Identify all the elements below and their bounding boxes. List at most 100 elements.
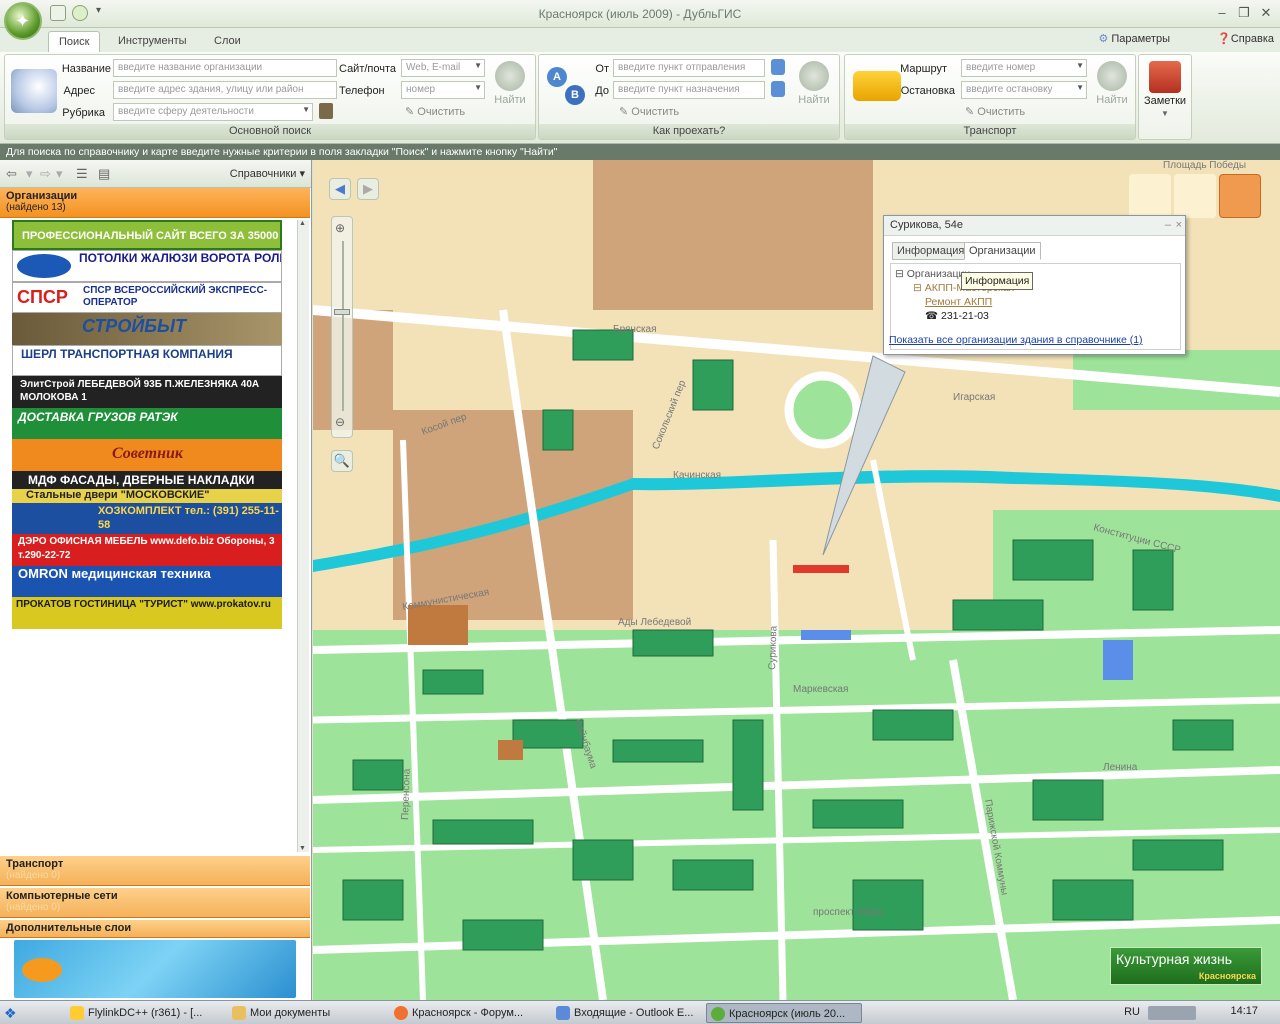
forward-arrow-icon[interactable]: ⇨ xyxy=(40,166,51,182)
ad-banner[interactable]: Советник xyxy=(12,439,282,471)
ad-banner[interactable]: ПРОКАТОВ ГОСТИНИЦА "ТУРИСТ" www.prokatov… xyxy=(12,597,282,629)
app-window: ▾ Красноярск (июль 2009) - ДубльГИС – ❐ … xyxy=(0,0,1280,1024)
tab-tools[interactable]: Инструменты xyxy=(108,31,197,52)
map-back-arrow-icon[interactable]: ◀ xyxy=(329,178,351,200)
street-label: проспект Мира xyxy=(813,907,883,918)
tab-search[interactable]: Поиск xyxy=(48,31,101,52)
task-item[interactable]: Мои документы xyxy=(228,1003,386,1023)
ad-banner[interactable]: ЭлитСтрой ЛЕБЕДЕВОЙ 93Б П.ЖЕЛЕЗНЯКА 40А … xyxy=(12,376,282,408)
tooltip: Информация xyxy=(961,272,1034,290)
ad-banner[interactable]: ПОТОЛКИ ЖАЛЮЗИ ВОРОТА РОЛЬСТАВНИ xyxy=(12,250,282,282)
clear-transport-button[interactable]: ✎ Очистить xyxy=(965,105,1025,118)
ad-banner[interactable]: СПСР СПСР ВСЕРОССИЙСКИЙ ЭКСПРЕСС-ОПЕРАТОР xyxy=(12,281,282,313)
ad-banner[interactable]: ПРОФЕССИОНАЛЬНЫЙ САЙТ ВСЕГО ЗА 35000 руб… xyxy=(12,220,282,250)
task-item[interactable]: Входящие - Outlook E... xyxy=(552,1003,702,1023)
directories-menu[interactable]: Справочники ▾ xyxy=(230,167,305,180)
address-label: Адрес xyxy=(63,85,96,97)
notes-button[interactable]: Заметки xyxy=(1139,95,1191,107)
stop-input[interactable]: введите остановку ▼ xyxy=(961,81,1087,99)
pick-to-icon[interactable] xyxy=(771,81,785,97)
language-indicator[interactable]: RU xyxy=(1124,1006,1140,1018)
route-number-input[interactable]: введите номер ▼ xyxy=(961,59,1087,77)
back-arrow-icon[interactable]: ⇦ xyxy=(6,166,17,182)
culture-banner[interactable]: Культурная жизнь Красноярска xyxy=(1110,947,1262,985)
tray-icons[interactable] xyxy=(1148,1006,1196,1020)
bottom-ad-banner[interactable] xyxy=(14,940,296,998)
minimize-icon[interactable]: – xyxy=(1165,219,1171,231)
phone-number: ☎ 231-21-03 xyxy=(925,310,989,322)
list-icon[interactable]: ☰ xyxy=(76,166,88,182)
radar-icon[interactable] xyxy=(1174,174,1216,218)
task-item-active[interactable]: Красноярск (июль 20... xyxy=(706,1003,862,1023)
find-transport-button[interactable]: Найти xyxy=(1091,61,1133,106)
zoom-in-icon[interactable]: ⊕ xyxy=(335,221,345,235)
dropdown-arrow-icon[interactable]: ▾ xyxy=(26,166,33,182)
popup-tab-info[interactable]: Информация xyxy=(892,242,970,260)
zoom-slider[interactable]: ⊕ ⊖ xyxy=(331,216,353,438)
minimize-button[interactable]: – xyxy=(1212,4,1232,22)
popup-tab-organizations[interactable]: Организации xyxy=(964,242,1041,260)
ad-banner[interactable]: ДОСТАВКА ГРУЗОВ РАТЭК xyxy=(12,407,282,439)
clear-search-button[interactable]: ✎ Очистить xyxy=(405,105,465,118)
mail-icon xyxy=(556,1006,570,1020)
map-view[interactable]: Брянская Игарская Качинская Сокольский п… xyxy=(313,160,1280,1000)
3d-view-icon[interactable] xyxy=(1219,174,1261,218)
ad-banner[interactable]: СТРОЙБЫТ xyxy=(12,313,282,345)
ad-banner[interactable]: ХОЗКОМПЛЕКТ тел.: (391) 255-11-58 xyxy=(12,502,282,534)
ruler-icon[interactable] xyxy=(1129,174,1171,218)
from-input[interactable]: введите пункт отправления xyxy=(613,59,765,77)
name-input[interactable]: введите название организации xyxy=(113,59,337,77)
basic-search-group: Название введите название организации Ад… xyxy=(4,54,536,140)
task-item[interactable]: Красноярск - Форум... xyxy=(390,1003,548,1023)
ad-banner[interactable]: Стальные двери "МОСКОВСКИЕ" xyxy=(12,488,282,503)
app-menu-button[interactable]: ✦ xyxy=(4,2,42,40)
task-item[interactable]: FlylinkDC++ (r361) - [... xyxy=(66,1003,224,1023)
scroll-up-arrow-icon[interactable]: ▲ xyxy=(299,220,306,227)
params-link[interactable]: ⚙ Параметры xyxy=(1098,32,1170,45)
section-networks[interactable]: Компьютерные сети (найдено 0) xyxy=(0,888,310,918)
binoculars-icon xyxy=(799,61,829,91)
zoom-out-icon[interactable]: ⊖ xyxy=(335,415,345,429)
section-transport[interactable]: Транспорт (найдено 0) xyxy=(0,856,310,886)
zoom-thumb[interactable] xyxy=(334,309,350,315)
title-bar: ▾ Красноярск (июль 2009) - ДубльГИС – ❐ … xyxy=(0,0,1280,28)
find-route-button[interactable]: Найти xyxy=(793,61,835,106)
rubric-label: Рубрика xyxy=(62,107,105,119)
map-forward-arrow-icon[interactable]: ▶ xyxy=(357,178,379,200)
eraser-icon: ✎ xyxy=(619,106,632,118)
ad-banner[interactable]: МДФ ФАСАДЫ, ДВЕРНЫЕ НАКЛАДКИ xyxy=(12,470,282,489)
phone-input[interactable]: номер ▼ xyxy=(401,81,485,99)
pick-from-icon[interactable] xyxy=(771,59,785,75)
ad-banner[interactable]: ШЕРЛ ТРАНСПОРТНАЯ КОМПАНИЯ xyxy=(12,344,282,376)
print-icon[interactable]: ▤ xyxy=(98,166,110,182)
zoom-area-icon[interactable]: 🔍 xyxy=(331,450,353,472)
rubric-input[interactable]: введите сферу деятельности ▼ xyxy=(113,103,313,121)
service-link[interactable]: Ремонт АКПП xyxy=(925,296,992,308)
section-organizations[interactable]: Организации (найдено 13) xyxy=(0,188,310,218)
close-button[interactable]: ✕ xyxy=(1256,4,1276,22)
help-link[interactable]: ❓Справка xyxy=(1217,32,1274,45)
site-input[interactable]: Web, E-mail ▼ xyxy=(401,59,485,77)
stop-label: Остановка xyxy=(900,85,955,97)
to-input[interactable]: введите пункт назначения xyxy=(613,81,765,99)
chevron-down-icon[interactable]: ▼ xyxy=(1139,109,1191,118)
address-input[interactable]: введите адрес здания, улицу или район xyxy=(113,81,337,99)
show-all-link[interactable]: Показать все организации здания в справо… xyxy=(889,334,1143,346)
start-button[interactable]: ❖ xyxy=(4,1003,54,1023)
scroll-down-arrow-icon[interactable]: ▼ xyxy=(299,845,306,852)
orange-logo-icon xyxy=(22,958,62,982)
tree-root[interactable]: ⊟ Организации xyxy=(895,268,970,280)
dropdown-arrow-icon[interactable]: ▾ xyxy=(56,166,63,182)
left-scrollbar[interactable]: ▲ ▼ xyxy=(297,220,309,852)
ad-banner[interactable]: ДЭРО ОФИСНАЯ МЕБЕЛЬ www.defo.biz Обороны… xyxy=(12,534,282,566)
transport-group: Маршрут введите номер ▼ Остановка введите… xyxy=(844,54,1136,140)
find-search-button[interactable]: Найти xyxy=(489,61,531,106)
close-icon[interactable]: × xyxy=(1176,219,1182,231)
ad-banner[interactable]: OMRON медицинская техника xyxy=(12,565,282,597)
left-toolbar: ⇦ ▾ ⇨ ▾ ☰ ▤ Справочники ▾ xyxy=(0,160,311,188)
tab-layers[interactable]: Слои xyxy=(204,31,251,52)
maximize-button[interactable]: ❐ xyxy=(1234,4,1254,22)
rubricator-icon[interactable] xyxy=(319,103,333,119)
clear-route-button[interactable]: ✎ Очистить xyxy=(619,105,679,118)
section-extra-layers[interactable]: Дополнительные слои xyxy=(0,920,310,938)
